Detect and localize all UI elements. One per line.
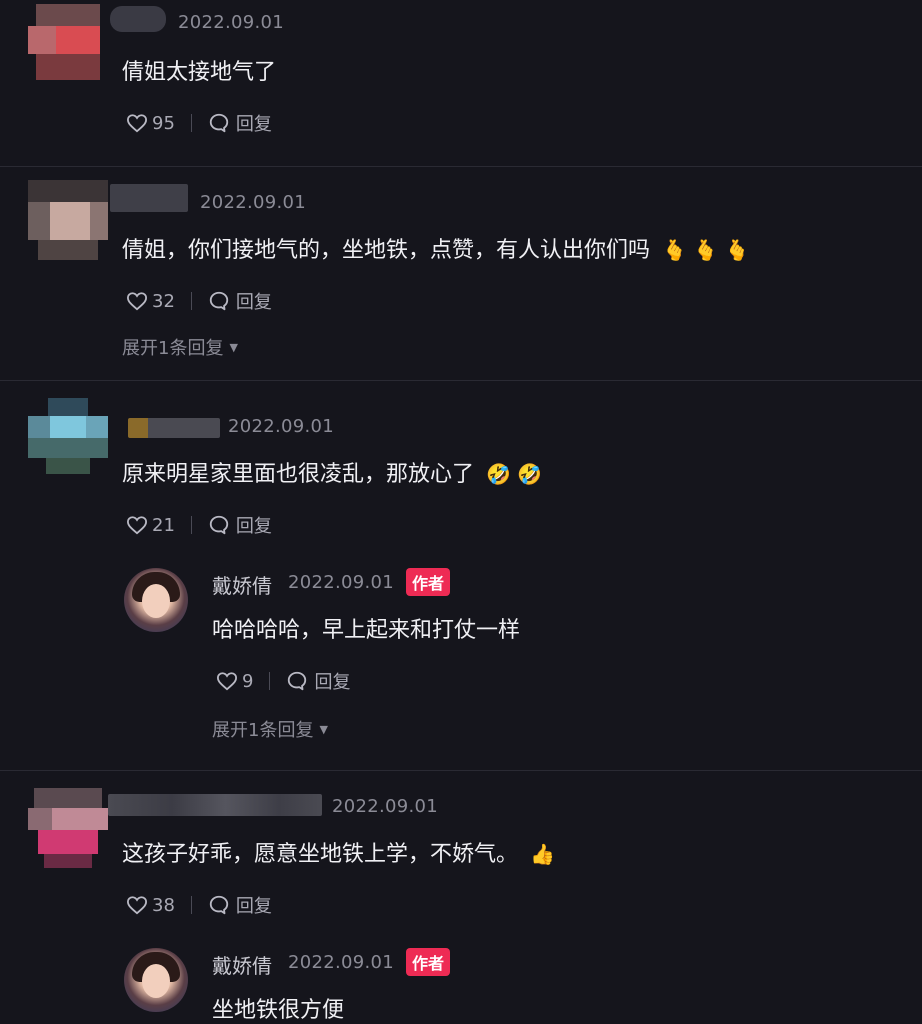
comment-divider (0, 166, 922, 167)
heart-icon (126, 113, 148, 133)
reply-text: 哈哈哈哈，早上起来和打仗一样 (212, 618, 521, 643)
expand-replies-label: 展开1条回复 (122, 338, 224, 359)
chat-bubble-icon (208, 514, 230, 536)
comment-text: 倩姐，你们接地气的，坐地铁，点赞，有人认出你们吗 🫰 🫰 🫰 (122, 232, 749, 264)
reply-label: 回复 (235, 516, 272, 537)
like-button[interactable]: 32 (126, 291, 175, 312)
comment-actions: 95 回复 (126, 110, 272, 136)
chat-bubble-icon (208, 894, 230, 916)
reply-label: 回复 (235, 896, 272, 917)
author-avatar[interactable] (124, 948, 188, 1012)
expand-replies-button[interactable]: 展开1条回复 ▼ (212, 716, 328, 742)
author-avatar[interactable] (124, 568, 188, 632)
author-badge: 作者 (406, 948, 451, 976)
caret-down-icon: ▼ (229, 340, 238, 354)
action-divider (269, 672, 271, 690)
comment-actions: 38 回复 (126, 892, 272, 918)
comment-divider (0, 770, 922, 771)
comment-date: 2022.09.01 (228, 416, 335, 437)
thumbs-up-emoji: 👍 (530, 842, 555, 866)
author-name[interactable]: 戴娇倩 (212, 950, 272, 979)
like-count: 38 (152, 894, 175, 916)
user-avatar-blurred[interactable] (28, 180, 108, 260)
comment-actions: 21 回复 (126, 512, 272, 538)
comment-text-body: 倩姐，你们接地气的，坐地铁，点赞，有人认出你们吗 (122, 238, 651, 263)
comment-actions: 32 回复 (126, 288, 272, 314)
laughing-emoji: 🤣 🤣 (486, 462, 543, 486)
like-count: 21 (152, 514, 175, 536)
reply-label: 回复 (235, 292, 272, 313)
comment-date: 2022.09.01 (200, 192, 307, 213)
heart-icon (126, 895, 148, 915)
username-blurred[interactable] (110, 184, 188, 212)
user-avatar-blurred[interactable] (28, 398, 108, 478)
heart-icon (126, 515, 148, 535)
heart-icon (216, 671, 238, 691)
author-name[interactable]: 戴娇倩 (212, 570, 272, 599)
reply-date: 2022.09.01 (288, 952, 395, 973)
reply-button[interactable]: 回复 (208, 892, 272, 918)
action-divider (190, 896, 192, 914)
caret-down-icon: ▼ (319, 722, 328, 736)
action-divider (190, 292, 192, 310)
reply-button[interactable]: 回复 (208, 512, 272, 538)
chat-bubble-icon (208, 290, 230, 312)
heart-icon (126, 291, 148, 311)
chat-bubble-icon (286, 670, 308, 692)
like-count: 9 (242, 670, 254, 692)
comment-text: 这孩子好乖，愿意坐地铁上学，不娇气。 👍 (122, 836, 555, 868)
reply-button[interactable]: 回复 (208, 288, 272, 314)
reply-text: 坐地铁很方便 (212, 998, 345, 1023)
reply-label: 回复 (235, 114, 272, 135)
expand-replies-label: 展开1条回复 (212, 720, 314, 741)
comment-text-body: 这孩子好乖，愿意坐地铁上学，不娇气。 (122, 842, 519, 867)
like-button[interactable]: 21 (126, 515, 175, 536)
comment-date: 2022.09.01 (178, 12, 285, 33)
finger-heart-emoji: 🫰 🫰 🫰 (662, 238, 750, 262)
like-button[interactable]: 38 (126, 895, 175, 916)
comment-text: 原来明星家里面也很凌乱，那放心了 🤣 🤣 (122, 456, 542, 488)
expand-replies-button[interactable]: 展开1条回复 ▼ (122, 334, 238, 360)
comment-date: 2022.09.01 (332, 796, 439, 817)
like-count: 95 (152, 112, 175, 134)
reply-date: 2022.09.01 (288, 572, 395, 593)
action-divider (190, 114, 192, 132)
like-button[interactable]: 9 (216, 671, 253, 692)
username-blurred[interactable] (110, 6, 166, 32)
reply-button[interactable]: 回复 (286, 668, 350, 694)
author-badge: 作者 (406, 568, 451, 596)
chat-bubble-icon (208, 112, 230, 134)
comment-text-body: 倩姐太接地气了 (122, 60, 277, 85)
comment-text-body: 原来明星家里面也很凌乱，那放心了 (122, 462, 475, 487)
reply-actions: 9 回复 (216, 668, 350, 694)
comment-text: 倩姐太接地气了 (122, 54, 276, 86)
user-avatar-blurred[interactable] (28, 4, 108, 84)
comment-divider (0, 380, 922, 381)
reply-button[interactable]: 回复 (208, 110, 272, 136)
username-blurred[interactable] (108, 794, 322, 816)
like-button[interactable]: 95 (126, 113, 175, 134)
username-blurred[interactable] (128, 418, 220, 438)
user-avatar-blurred[interactable] (28, 788, 108, 868)
action-divider (190, 516, 192, 534)
reply-label: 回复 (314, 672, 351, 693)
like-count: 32 (152, 290, 175, 312)
